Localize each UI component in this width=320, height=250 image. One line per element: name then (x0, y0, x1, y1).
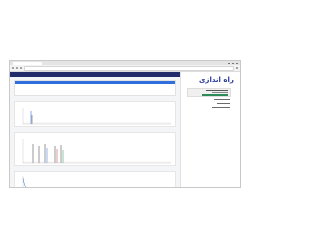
maximize-icon[interactable] (232, 62, 234, 64)
page-content: راه اندازی (10, 72, 240, 187)
chart-title-2 (15, 133, 175, 134)
chart-card-1 (14, 101, 176, 127)
chart-title-1 (15, 102, 175, 103)
minimize-icon[interactable] (228, 62, 230, 64)
series-line (22, 177, 27, 187)
account-detail (212, 92, 228, 93)
sidebar-item-3[interactable] (212, 107, 230, 108)
forward-icon[interactable] (16, 67, 18, 69)
browser-tab[interactable] (13, 61, 42, 65)
chart-title-3 (15, 172, 175, 173)
close-icon[interactable] (236, 62, 238, 64)
sidebar: راه اندازی (180, 72, 240, 187)
tab-3[interactable] (122, 81, 175, 84)
account-box (187, 88, 231, 97)
back-icon[interactable] (12, 67, 14, 69)
browser-window: راه اندازی (9, 60, 241, 188)
sidebar-item-1[interactable] (214, 99, 230, 100)
menu-icon[interactable] (236, 67, 238, 69)
app-header (10, 72, 180, 77)
tab-2[interactable] (68, 81, 121, 84)
reload-icon[interactable] (20, 67, 22, 69)
account-name (206, 90, 228, 91)
sidebar-item-2[interactable] (217, 103, 230, 104)
brand-logo: راه اندازی (199, 76, 234, 84)
url-input[interactable] (24, 65, 234, 71)
chart-card-2 (14, 132, 176, 166)
section-tabs (15, 81, 175, 84)
chart-plot-3 (22, 176, 27, 187)
window-controls (228, 62, 238, 64)
chart-plot-1 (22, 108, 171, 125)
tab-1[interactable] (15, 81, 68, 84)
dashboard-main (10, 72, 180, 187)
chart-card-3 (14, 171, 176, 187)
filter-section (14, 80, 176, 96)
chart-plot-2 (22, 139, 171, 164)
account-button[interactable] (202, 94, 228, 96)
address-bar (10, 65, 240, 72)
